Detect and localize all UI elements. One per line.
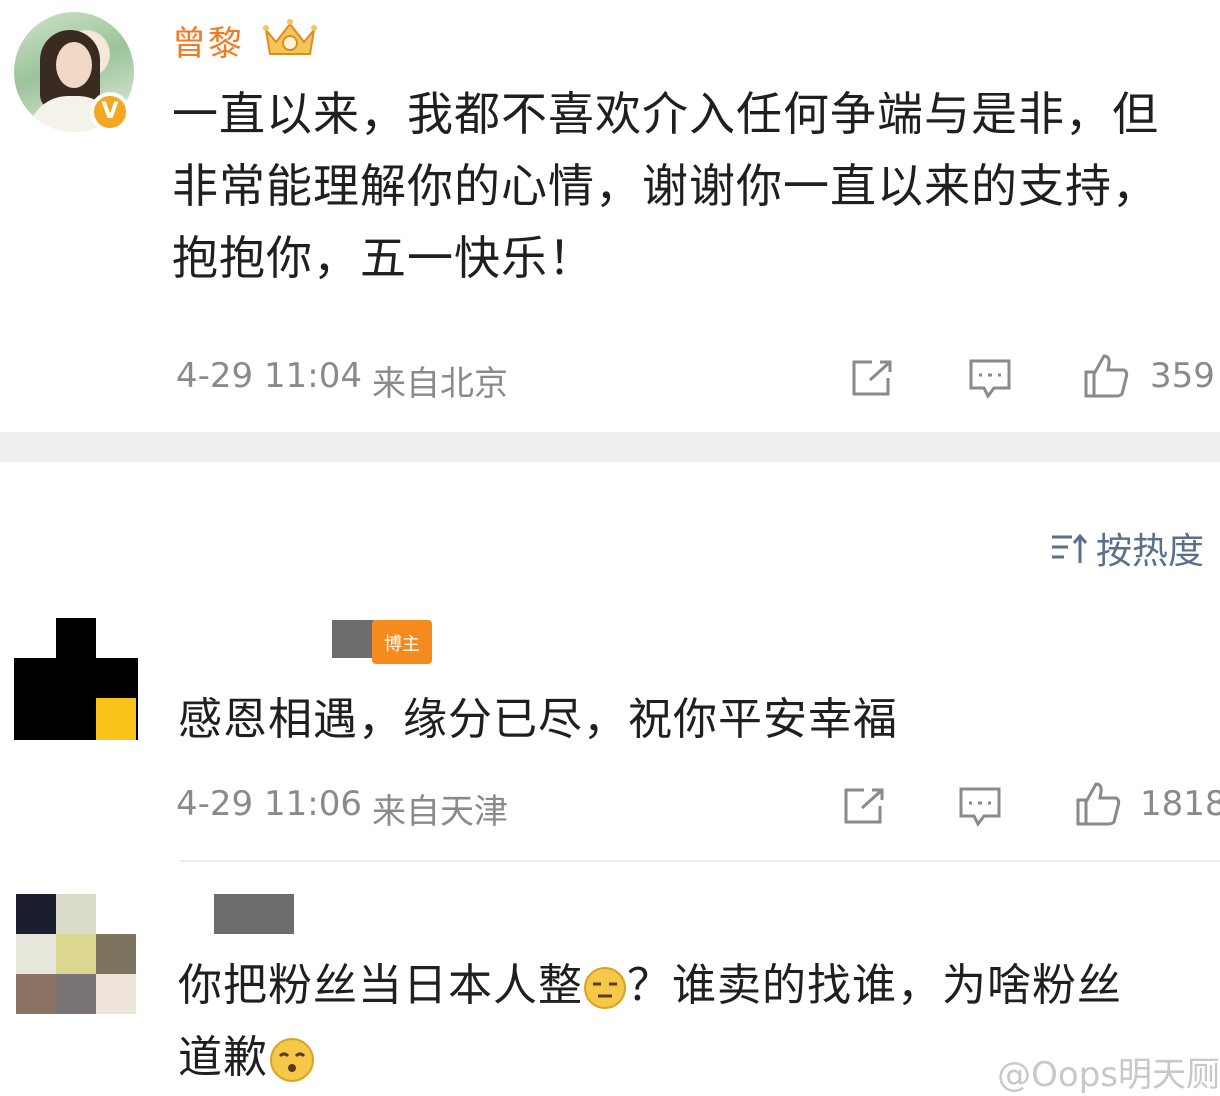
- post-text-line: 抱抱你，五一快乐！: [172, 231, 595, 285]
- commenter-name[interactable]: [332, 620, 374, 658]
- section-divider: [0, 432, 1220, 462]
- sort-label: 按热度: [1096, 531, 1205, 572]
- commenter-name[interactable]: [214, 894, 294, 934]
- crown-icon: [262, 16, 318, 60]
- comment-icon[interactable]: [958, 786, 1002, 828]
- author-badge: 博主: [372, 620, 432, 664]
- post-location: 来自北京: [372, 364, 508, 404]
- sort-button[interactable]: 按热度: [1050, 522, 1204, 574]
- comment-icon[interactable]: [968, 358, 1012, 400]
- comment-time: 4-29 11:06: [176, 784, 362, 824]
- comment-text-part: 道歉: [178, 1032, 268, 1083]
- comment-text: 你把粉丝当日本人整 ？谁卖的找谁，为啥粉丝: [178, 952, 1220, 1020]
- like-icon[interactable]: [1082, 352, 1130, 400]
- emoji-icon: [268, 1036, 316, 1084]
- post-text-line: 非常能理解你的心情，谢谢你一直以来的支持，: [172, 159, 1159, 213]
- comment-like-count: 1818: [1140, 784, 1220, 824]
- emoji-icon: [583, 966, 627, 1010]
- watermark: @Oops明天厕: [997, 1055, 1220, 1095]
- commenter-avatar[interactable]: [14, 618, 138, 740]
- share-icon[interactable]: [842, 786, 886, 826]
- post-time: 4-29 11:04: [176, 356, 362, 396]
- comment-text: 感恩相遇，缘分已尽，祝你平安幸福: [178, 694, 898, 745]
- comment-divider: [180, 860, 1220, 862]
- sort-icon: [1050, 531, 1090, 565]
- share-icon[interactable]: [850, 358, 894, 398]
- post-text: 一直以来，我都不喜欢介入任何争端与是非，但 非常能理解你的心情，谢谢你一直以来的…: [172, 78, 1220, 294]
- poster-name[interactable]: 曾黎: [172, 16, 244, 65]
- post-text-line: 一直以来，我都不喜欢介入任何争端与是非，但: [172, 87, 1159, 141]
- post-like-count: 359: [1150, 356, 1215, 396]
- comment-location: 来自天津: [372, 792, 508, 832]
- commenter-avatar[interactable]: [16, 894, 136, 1014]
- comment-text-part: ？谁卖的找谁，为啥粉丝: [627, 960, 1122, 1011]
- verified-badge: V: [90, 92, 130, 132]
- comment-text-part: 你把粉丝当日本人整: [178, 960, 583, 1011]
- like-icon[interactable]: [1074, 780, 1122, 828]
- comment-text-line: 道歉: [178, 1024, 316, 1092]
